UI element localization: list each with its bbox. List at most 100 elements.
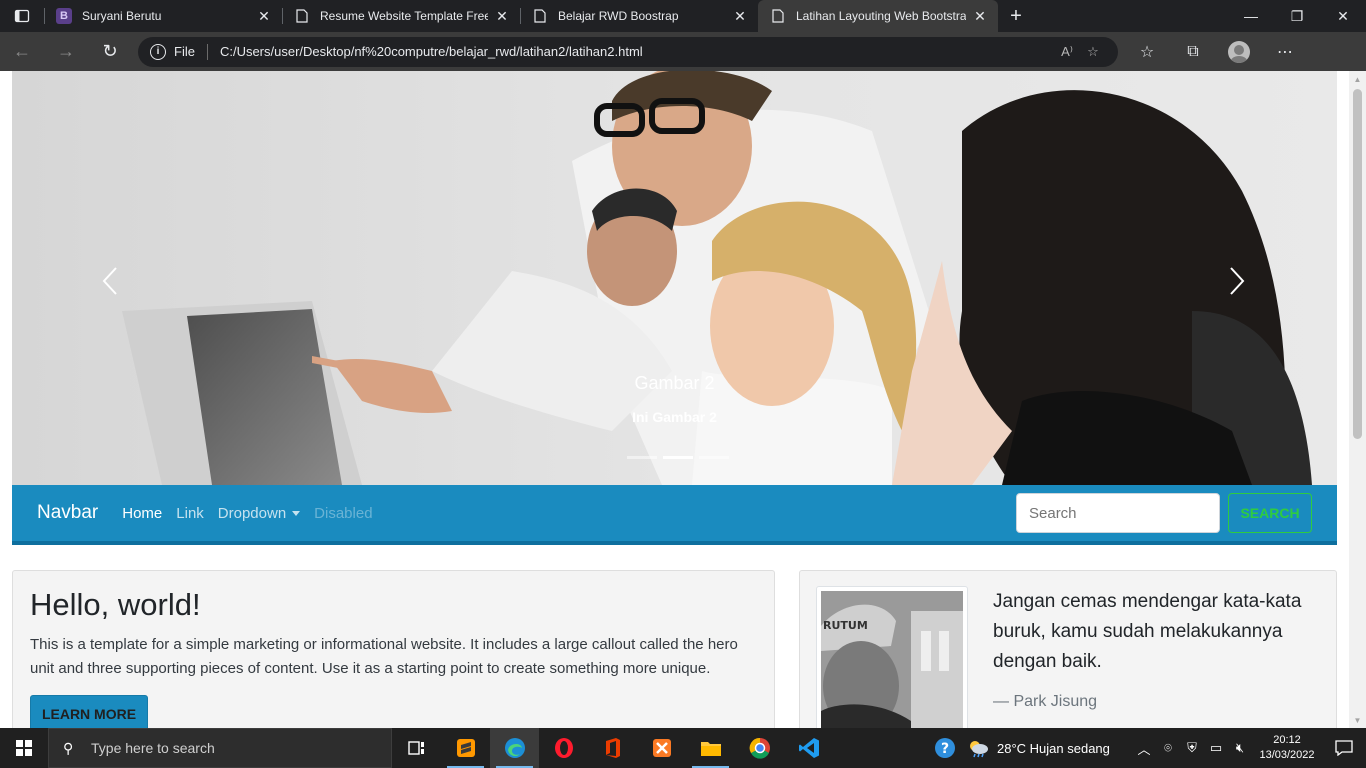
browser-tab-4-active[interactable]: Latihan Layouting Web Bootstrap ✕ — [758, 0, 998, 32]
scrollbar-thumb[interactable] — [1353, 89, 1362, 439]
nav-link-link[interactable]: Link — [176, 505, 204, 522]
nav-dropdown-label: Dropdown — [217, 504, 287, 522]
notification-icon[interactable] — [1322, 728, 1366, 768]
taskbar-search-box[interactable]: ⚲ Type here to search — [48, 728, 392, 768]
camera-icon[interactable]: ⌾ — [1156, 740, 1180, 756]
caret-down-icon — [292, 511, 301, 517]
jumbotron-text: This is a template for a simple marketin… — [30, 636, 738, 677]
refresh-button[interactable]: ↻ — [88, 32, 132, 71]
weather-text: 28°C Hujan sedang — [997, 740, 1110, 756]
person-photo: RUTUM — [821, 591, 963, 728]
browser-tab-1[interactable]: B Suryani Berutu ✕ — [44, 0, 282, 32]
browser-tab-2[interactable]: Resume Website Template Free D ✕ — [282, 0, 520, 32]
quote-card: RUTUM Jangan cemas mendengar kata-kata b… — [799, 570, 1337, 728]
favorites-icon[interactable]: ☆ — [1124, 32, 1170, 71]
file-explorer-icon[interactable] — [686, 728, 735, 768]
bootstrap-icon: B — [56, 8, 72, 24]
help-icon[interactable]: ? — [923, 737, 967, 759]
tab-separator — [520, 8, 521, 24]
more-options-icon[interactable]: ⋯ — [1262, 32, 1308, 71]
task-view-icon[interactable] — [392, 728, 441, 768]
arrow-right-icon: → — [57, 41, 75, 61]
close-window-icon[interactable]: ✕ — [1320, 0, 1366, 32]
new-tab-button[interactable]: + — [998, 0, 1034, 32]
refresh-icon: ↻ — [102, 41, 118, 61]
forward-button[interactable]: → — [44, 32, 88, 71]
browser-tab-strip: B Suryani Berutu ✕ Resume Website Templa… — [0, 0, 1366, 32]
carousel-indicator-3[interactable] — [699, 456, 729, 459]
page-scrollbar[interactable]: ▲ ▼ — [1349, 71, 1366, 728]
browser-tab-3[interactable]: Belajar RWD Boostrap ✕ — [520, 0, 758, 32]
quote-author-name: Park Jisung — [1013, 693, 1098, 710]
site-navbar: Navbar Home Link Dropdown Disabled SEARC… — [12, 485, 1337, 545]
search-button[interactable]: SEARCH — [1228, 493, 1312, 533]
search-input[interactable] — [1016, 493, 1220, 533]
tab-actions-icon — [14, 9, 30, 23]
carousel-prev-button[interactable] — [90, 261, 130, 301]
xampp-icon[interactable] — [637, 728, 686, 768]
chevron-up-icon[interactable]: ︿ — [1132, 739, 1156, 758]
close-tab-icon[interactable]: ✕ — [732, 8, 748, 24]
jumbotron: Hello, world! This is a template for a s… — [12, 570, 775, 728]
close-tab-icon[interactable]: ✕ — [972, 8, 988, 24]
address-divider — [206, 43, 208, 60]
quote-text: Jangan cemas mendengar kata-kata buruk, … — [993, 591, 1302, 672]
tab-title: Suryani Berutu — [82, 9, 162, 23]
clock-time: 20:12 — [1273, 734, 1301, 746]
taskbar-search-placeholder: Type here to search — [91, 740, 215, 756]
scroll-up-icon[interactable]: ▲ — [1349, 71, 1366, 87]
edge-browser-icon[interactable] — [490, 728, 539, 768]
clock-date: 13/03/2022 — [1259, 749, 1315, 761]
nav-link-home[interactable]: Home — [122, 505, 162, 522]
jumbotron-heading: Hello, world! — [30, 587, 201, 622]
start-button[interactable] — [0, 728, 48, 768]
windows-logo-icon — [16, 740, 32, 756]
quote-image: RUTUM — [816, 586, 968, 728]
chevron-left-icon — [102, 267, 117, 295]
tab-actions-button[interactable] — [0, 0, 44, 32]
address-url[interactable]: C:/Users/user/Desktop/nf%20computre/bela… — [220, 44, 1054, 59]
carousel-next-button[interactable] — [1217, 261, 1257, 301]
chrome-icon[interactable] — [735, 728, 784, 768]
add-favorite-icon[interactable]: ☆ — [1080, 44, 1106, 60]
carousel-indicator-2[interactable] — [663, 456, 693, 459]
tab-title: Resume Website Template Free D — [320, 9, 488, 23]
profile-button[interactable] — [1216, 32, 1262, 71]
cap-text: RUTUM — [823, 619, 868, 632]
nav-dropdown[interactable]: Dropdown — [217, 504, 301, 522]
info-icon[interactable]: i — [150, 43, 166, 60]
carousel-indicator-1[interactable] — [627, 456, 657, 459]
vscode-icon[interactable] — [784, 728, 833, 768]
taskbar-clock[interactable]: 20:12 13/03/2022 — [1252, 733, 1322, 763]
sublime-text-icon[interactable] — [441, 728, 490, 768]
weather-widget[interactable]: 28°C Hujan sedang — [967, 738, 1132, 758]
security-icon[interactable]: ⛨ — [1180, 740, 1204, 756]
office-icon[interactable] — [588, 728, 637, 768]
close-tab-icon[interactable]: ✕ — [256, 8, 272, 24]
taskbar-apps — [392, 728, 833, 768]
plus-icon: + — [1010, 4, 1022, 27]
page-icon — [294, 8, 310, 24]
page-icon — [770, 8, 786, 24]
arrow-left-icon: ← — [13, 41, 31, 61]
avatar — [1228, 40, 1250, 63]
search-icon: ⚲ — [63, 739, 74, 756]
chevron-right-icon — [1230, 267, 1245, 295]
opera-icon[interactable] — [539, 728, 588, 768]
restore-icon[interactable]: ❐ — [1274, 0, 1320, 32]
address-bar[interactable]: i File C:/Users/user/Desktop/nf%20comput… — [138, 36, 1118, 67]
battery-icon[interactable]: ▭ — [1204, 740, 1228, 756]
learn-more-button[interactable]: LEARN MORE — [30, 695, 148, 728]
back-button[interactable]: ← — [0, 32, 44, 71]
minimize-icon[interactable]: — — [1228, 0, 1274, 32]
close-tab-icon[interactable]: ✕ — [494, 8, 510, 24]
window-controls: — ❐ ✕ — [1228, 0, 1366, 32]
page-viewport: Gambar 2 Ini Gambar 2 Navbar Home Link D… — [0, 71, 1366, 728]
collections-icon[interactable]: ⧉ — [1170, 32, 1216, 71]
weather-rain-icon — [970, 741, 988, 758]
navbar-brand[interactable]: Navbar — [37, 502, 98, 524]
quote-author: — Park Jisung — [993, 693, 1097, 711]
read-aloud-icon[interactable]: A⁾ — [1054, 44, 1080, 60]
speaker-muted-icon[interactable]: 🔇︎ — [1228, 740, 1252, 756]
scroll-down-icon[interactable]: ▼ — [1349, 712, 1366, 728]
